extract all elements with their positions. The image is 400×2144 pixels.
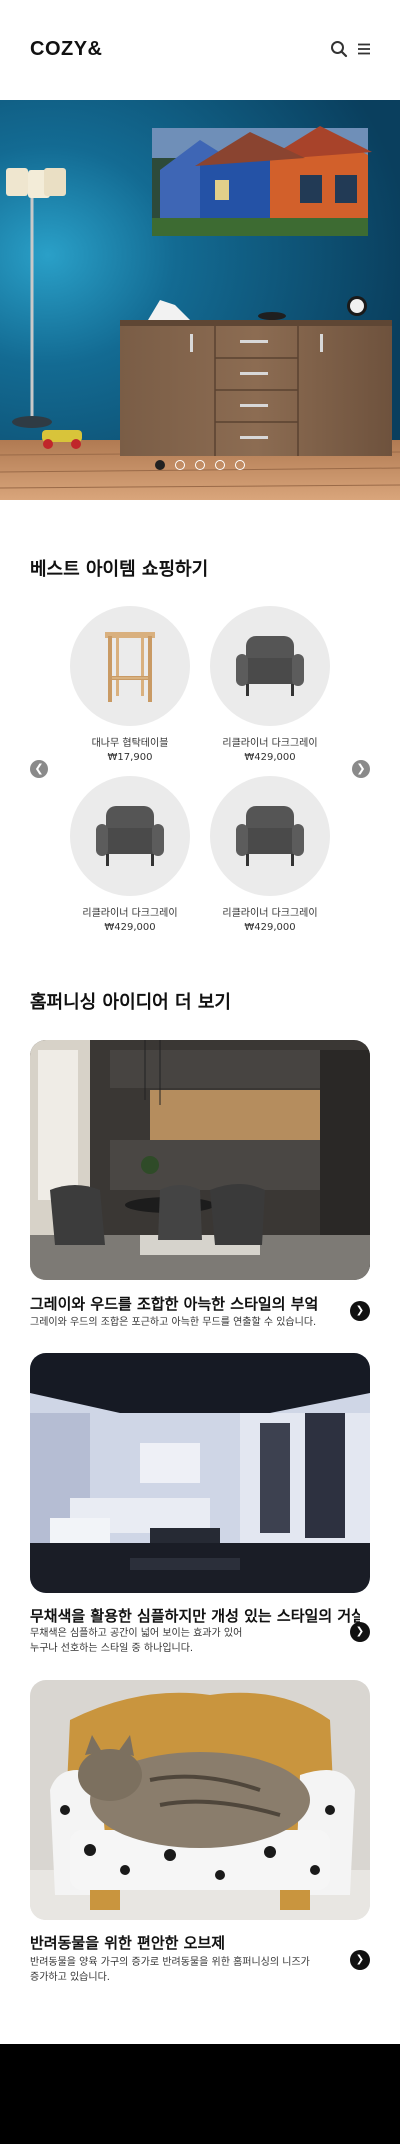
product-name: 대나무 협탁테이블	[91, 738, 169, 749]
idea-card-desc-line: 누구나 선호하는 스타일 중 하나입니다.	[30, 1643, 194, 1654]
product-price: ₩17,900	[107, 752, 153, 763]
slider-dot[interactable]	[215, 460, 225, 470]
idea-card-desc: 그레이와 우드의 조합은 포근하고 아늑한 무드를 연출할 수 있습니다.	[30, 1315, 330, 1330]
slider-dot[interactable]	[175, 460, 185, 470]
product-image-recliner	[210, 606, 330, 726]
site-footer	[0, 2044, 400, 2144]
idea-card-image-living-room[interactable]	[30, 1353, 370, 1593]
chevron-right-icon[interactable]: ❯	[350, 1950, 370, 1970]
product-price: ₩429,000	[244, 752, 296, 763]
idea-card-desc: 반려동물을 양육 가구의 증가로 반려동물을 위한 홈퍼니싱의 니즈가 증가하고…	[30, 1955, 330, 1985]
idea-card-heading[interactable]: 무채색을 활용한 심플하지만 개성 있는 스타일의 거실	[30, 1605, 360, 1626]
hero-slider[interactable]	[0, 100, 400, 500]
hamburger-menu-icon[interactable]	[355, 40, 373, 58]
idea-card-desc-line: 그레이와 우드의 조합은 포근하고 아늑한 무드를 연출할 수 있습니다.	[30, 1317, 317, 1328]
ideas-title: 홈퍼니싱 아이디어 더 보기	[30, 992, 231, 1013]
product-card[interactable]: 리클라이너 다크그레이 ₩429,000	[195, 776, 345, 935]
idea-card-image-kitchen[interactable]	[30, 1040, 370, 1280]
product-image-side-table	[70, 606, 190, 726]
product-card[interactable]: 리클라이너 다크그레이 ₩429,000	[55, 776, 205, 935]
chevron-left-icon[interactable]: ❮	[30, 760, 48, 778]
product-name: 리클라이너 다크그레이	[82, 908, 178, 919]
best-items-title: 베스트 아이템 쇼핑하기	[30, 559, 209, 580]
slider-dots	[0, 460, 400, 474]
idea-card-heading[interactable]: 그레이와 우드를 조합한 아늑한 스타일의 부엌	[30, 1293, 360, 1314]
hero-image	[0, 100, 400, 500]
idea-card-heading[interactable]: 반려동물을 위한 편안한 오브제	[30, 1932, 360, 1953]
idea-card-image-pet-sofa[interactable]	[30, 1680, 370, 1920]
product-card[interactable]: 리클라이너 다크그레이 ₩429,000	[195, 606, 345, 765]
chevron-right-icon[interactable]: ❯	[352, 760, 370, 778]
idea-card-desc-line: 무채색은 심플하고 공간이 넓어 보이는 효과가 있어	[30, 1628, 243, 1639]
idea-card-desc: 무채색은 심플하고 공간이 넓어 보이는 효과가 있어 누구나 선호하는 스타일…	[30, 1626, 330, 1656]
chevron-right-icon[interactable]: ❯	[350, 1301, 370, 1321]
logo[interactable]: COZY&	[30, 38, 103, 61]
search-icon[interactable]	[330, 40, 348, 58]
product-name: 리클라이너 다크그레이	[222, 908, 318, 919]
product-image-recliner	[70, 776, 190, 896]
product-price: ₩429,000	[104, 922, 156, 933]
chevron-right-icon[interactable]: ❯	[350, 1622, 370, 1642]
site-header: COZY&	[0, 0, 400, 100]
product-image-recliner	[210, 776, 330, 896]
idea-card-desc-line: 반려동물을 양육 가구의 증가로 반려동물을 위한 홈퍼니싱의 니즈가	[30, 1957, 310, 1968]
product-name: 리클라이너 다크그레이	[222, 738, 318, 749]
slider-dot[interactable]	[155, 460, 165, 470]
product-card[interactable]: 대나무 협탁테이블 ₩17,900	[55, 606, 205, 765]
idea-card-desc-line: 증가하고 있습니다.	[30, 1972, 110, 1983]
product-price: ₩429,000	[244, 922, 296, 933]
slider-dot[interactable]	[195, 460, 205, 470]
slider-dot[interactable]	[235, 460, 245, 470]
